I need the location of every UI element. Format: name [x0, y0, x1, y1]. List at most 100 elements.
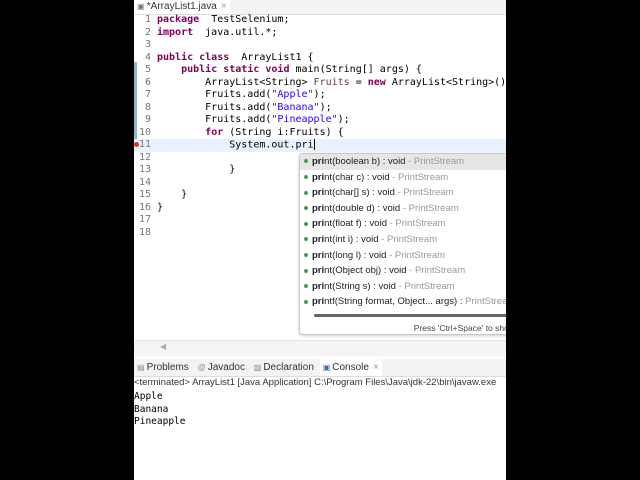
line-number: 8: [144, 101, 151, 113]
method-source: - PrintStream: [394, 187, 454, 199]
code-token: for: [205, 126, 224, 138]
tab-javadoc[interactable]: @ Javadoc: [195, 359, 248, 376]
console-line: Banana: [134, 403, 169, 415]
autocomplete-popup: print(boolean b) : void - PrintStream pri…: [299, 153, 506, 335]
public-method-icon: [304, 237, 308, 242]
code-text: }: [157, 164, 235, 177]
method-signature: nt(char[] s) : void: [324, 187, 395, 199]
code-token: ArrayList<String>();: [385, 76, 506, 88]
code-token: java.util.*;: [193, 26, 278, 38]
autocomplete-item[interactable]: print(float f) : void - PrintStream: [300, 216, 506, 232]
public-method-icon: [304, 284, 308, 289]
views-tabbar: ▤ Problems @ Javadoc ▧ Declaration ▣ Console…: [134, 359, 506, 377]
tab-problems[interactable]: ▤ Problems: [134, 359, 192, 376]
match-text: pri: [312, 156, 325, 167]
tab-label: Console: [332, 362, 369, 373]
close-icon[interactable]: ×: [373, 362, 379, 373]
autocomplete-item[interactable]: print(boolean b) : void - PrintStream: [300, 154, 506, 170]
autocomplete-item[interactable]: print(char c) : void - PrintStream: [300, 170, 506, 186]
method-signature: nt(double d) : void: [324, 202, 401, 214]
code-line[interactable]: 4 public class ArrayList1 {: [134, 52, 506, 65]
autocomplete-item[interactable]: print(Object obj) : void - PrintStream: [300, 263, 506, 279]
popup-scrollbar[interactable]: [314, 314, 506, 317]
code-text: Fruits.add("Pineapple");: [157, 114, 350, 127]
method-signature: nt(String s) : void: [324, 280, 396, 292]
match-text: pri: [312, 265, 325, 277]
scroll-left-arrow-icon[interactable]: ◀: [160, 342, 166, 351]
autocomplete-hint: Press 'Ctrl+Space' to show: [413, 323, 506, 333]
method-source: - PrintStream: [406, 265, 466, 277]
method-source: - PrintStream: [389, 171, 449, 183]
line-number: 5: [144, 64, 151, 75]
public-method-icon: [304, 253, 308, 258]
code-token: );: [313, 89, 326, 100]
method-signature: nt(float f) : void: [324, 218, 387, 230]
public-method-icon: [304, 299, 308, 304]
tab-title: *ArrayList1.java: [146, 1, 217, 12]
line-number: 7: [144, 89, 151, 100]
line-number: 1: [144, 14, 151, 25]
code-text: Fruits.add("Apple");: [157, 89, 326, 102]
public-method-icon: [304, 190, 308, 195]
code-token: import: [157, 26, 194, 38]
line-number: 15: [138, 189, 151, 200]
code-token: public class: [157, 51, 230, 63]
method-signature: nt(Object obj) : void: [324, 265, 407, 277]
console-status: <terminated> ArrayList1 [Java Applicatio…: [134, 377, 497, 388]
method-source: - PrintStream: [395, 280, 455, 292]
code-line[interactable]: 9 Fruits.add("Pineapple");: [134, 114, 506, 127]
code-line[interactable]: 8 Fruits.add("Banana");: [134, 102, 506, 115]
code-text: ArrayList<String> Fruits = new ArrayList…: [157, 77, 506, 90]
code-text: Fruits.add("Banana");: [157, 101, 332, 115]
declaration-icon: ▧: [253, 363, 262, 372]
code-token: "Pineapple": [271, 114, 338, 125]
tab-console[interactable]: ▣ Console ×: [319, 359, 382, 376]
console-icon: ▣: [322, 363, 331, 372]
method-source: - PrintStream: [386, 249, 446, 261]
autocomplete-item[interactable]: print(String s) : void - PrintStream: [300, 279, 506, 295]
line-number: 12: [138, 151, 151, 163]
tab-label: Declaration: [263, 362, 314, 373]
code-token: =: [349, 76, 368, 88]
method-source: - PrintStream: [386, 218, 446, 230]
code-token: );: [337, 114, 350, 125]
method-source: - PrintStream: [405, 156, 465, 167]
code-line[interactable]: 10 for (String i:Fruits) {: [134, 127, 506, 140]
method-signature: ntf(String format, Object... args) :: [324, 296, 463, 308]
code-text: for (String i:Fruits) {: [157, 126, 343, 140]
tab-declaration[interactable]: ▧ Declaration: [251, 359, 317, 376]
autocomplete-item[interactable]: print(long l) : void - PrintStream: [300, 248, 506, 264]
code-token: main(String[] args) {: [289, 64, 422, 75]
code-text: package TestSelenium;: [157, 14, 289, 27]
code-token: "Banana": [271, 101, 320, 113]
autocomplete-item[interactable]: print(double d) : void - PrintStream: [300, 201, 506, 217]
close-icon[interactable]: ×: [221, 1, 227, 12]
code-line[interactable]: 11 System.out.pri: [134, 139, 506, 152]
code-line[interactable]: 6 ArrayList<String> Fruits = new ArrayLi…: [134, 77, 506, 90]
autocomplete-item[interactable]: print(char[] s) : void - PrintStream: [300, 185, 506, 201]
code-token: Fruits.add(: [157, 89, 272, 100]
code-line[interactable]: 7 Fruits.add("Apple");: [134, 89, 506, 102]
autocomplete-item[interactable]: printf(String format, Object... args) : …: [300, 294, 506, 310]
autocomplete-item[interactable]: print(int i) : void - PrintStream: [300, 232, 506, 248]
eclipse-window: ▣ *ArrayList1.java × 1 package TestSeleniu…: [134, 0, 506, 480]
code-line[interactable]: 2 import java.util.*;: [134, 27, 506, 40]
editor-horizontal-scrollbar[interactable]: ◀: [134, 340, 506, 356]
code-token: );: [319, 101, 332, 113]
code-token: }: [157, 189, 188, 200]
code-line[interactable]: 3: [134, 39, 506, 52]
code-line[interactable]: 5 public static void main(String[] args)…: [134, 64, 506, 77]
line-number: 2: [144, 26, 151, 38]
match-text: pri: [312, 280, 325, 292]
code-line[interactable]: 1 package TestSelenium;: [134, 14, 506, 27]
editor-tab-arraylist1[interactable]: ▣ *ArrayList1.java ×: [134, 0, 230, 14]
code-token: TestSelenium;: [199, 14, 290, 25]
problems-icon: ▤: [137, 363, 145, 372]
method-source: - PrintStream: [400, 202, 459, 214]
code-token: ArrayList1 {: [229, 51, 314, 63]
line-number: 16: [138, 201, 151, 213]
line-number: 6: [144, 76, 151, 88]
code-token: "Apple": [271, 89, 314, 100]
